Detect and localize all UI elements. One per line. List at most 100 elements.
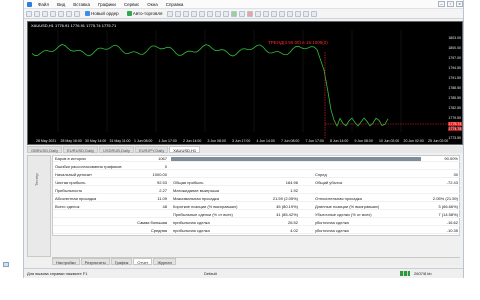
terminal-icon[interactable] bbox=[66, 10, 72, 17]
current-price-marker: 1775.74 bbox=[448, 122, 462, 126]
toolbar: Новый ордер Авто-торговля bbox=[24, 9, 463, 19]
chart-grid bbox=[57, 30, 402, 132]
profiles-icon[interactable] bbox=[34, 10, 40, 17]
connection-icon bbox=[400, 271, 410, 276]
trend-annotation: ТРЕНД(3.90.00) в 15:1005(0) bbox=[268, 40, 328, 45]
crosshair-icon[interactable] bbox=[255, 10, 262, 17]
price-tick-label: 1791.50 bbox=[448, 76, 461, 80]
new-order-button[interactable]: Новый ордер bbox=[82, 9, 122, 19]
price-tick-label: 1788.50 bbox=[448, 86, 461, 90]
time-tick-label: 9 Jun 08:00 bbox=[354, 139, 373, 143]
time-tick-label: 8 Jun 14:00 bbox=[330, 139, 349, 143]
desktop-settings-icon bbox=[3, 262, 9, 267]
chart-tabs: GBRUSD,Daily EURUSD,Daily USDRUB,Daily E… bbox=[27, 146, 463, 153]
price-tick-label: 1800.00 bbox=[448, 46, 461, 50]
tab-journal[interactable]: Журнал bbox=[153, 258, 176, 265]
chart-canvas bbox=[31, 30, 448, 138]
time-tick-label: 3 Jun 08:00 bbox=[207, 139, 226, 143]
app-logo-icon bbox=[27, 1, 32, 7]
channel-icon[interactable] bbox=[287, 10, 294, 17]
close-icon[interactable]: × bbox=[456, 1, 463, 7]
tester-side-label: Тестер bbox=[34, 173, 39, 186]
report-value: -10.35 bbox=[446, 228, 458, 233]
menu-file[interactable]: Файл bbox=[34, 0, 53, 9]
restore-icon[interactable]: ▫ bbox=[447, 1, 454, 7]
status-help-text: Для вызова справки нажмите F1 bbox=[27, 271, 88, 276]
zoom-in-icon[interactable] bbox=[191, 10, 198, 17]
report-row: Ошибки рассогласования графиков 0 bbox=[53, 164, 461, 170]
line-chart-icon[interactable] bbox=[183, 10, 190, 17]
modeling-quality-bar bbox=[171, 157, 421, 161]
chart-tab[interactable]: USDRUB,Daily bbox=[99, 146, 134, 153]
horizontal-line-icon[interactable] bbox=[271, 10, 278, 17]
market-watch-icon[interactable] bbox=[42, 10, 48, 17]
report-value: 3 (66.66%) bbox=[438, 204, 458, 209]
new-chart-icon[interactable] bbox=[26, 10, 32, 17]
status-traffic: 2607/8 kb bbox=[414, 271, 432, 276]
report-row: Чистая прибыль 92.53 Общая прибыль 164.96 Об… bbox=[53, 180, 461, 186]
chart-tab[interactable]: EURJPY,Daily bbox=[134, 146, 169, 153]
time-tick-label: 25 Jun 02:00 bbox=[428, 139, 449, 143]
trendline-icon[interactable] bbox=[279, 10, 286, 17]
autotrading-label: Авто-торговля bbox=[132, 10, 163, 16]
report-table: Баров в истории1067Смоделировано тиков24… bbox=[52, 155, 461, 236]
tab-settings[interactable]: Настройки bbox=[52, 258, 80, 265]
report-row: Средняя прибыльная сделка 4.02 убыточная сд… bbox=[53, 228, 461, 234]
report-row: Абсолютная просадка 11.09 Максимальная про… bbox=[53, 196, 461, 202]
chart-shift-icon[interactable] bbox=[223, 10, 230, 17]
price-tick-label: 1803.00 bbox=[448, 36, 461, 40]
tab-report[interactable]: Отчет bbox=[133, 258, 153, 265]
data-window-icon[interactable] bbox=[50, 10, 56, 17]
autotrading-icon bbox=[126, 11, 132, 16]
new-order-label: Новый ордер bbox=[91, 10, 119, 16]
autotrading-button[interactable]: Авто-торговля bbox=[124, 9, 166, 19]
zoom-out-icon[interactable] bbox=[199, 10, 206, 17]
price-tick-label: 1782.50 bbox=[448, 106, 461, 110]
menu-help[interactable]: Справка bbox=[162, 0, 188, 9]
order-price-marker: 1774.78 bbox=[448, 127, 462, 131]
time-tick-label: 7 Jun 17:00 bbox=[305, 139, 324, 143]
report-row: Самая большая прибыльная сделка 26.52 убыто… bbox=[53, 220, 461, 226]
chart-tab[interactable]: EURUSD,Daily bbox=[63, 146, 99, 153]
fibo-icon[interactable] bbox=[295, 10, 302, 17]
menu-view[interactable]: Вид bbox=[53, 0, 69, 9]
tab-results[interactable]: Результаты bbox=[80, 258, 110, 265]
report-value: 1.92 bbox=[290, 188, 298, 193]
chart-tab[interactable]: GBRUSD,Daily bbox=[27, 146, 63, 153]
terminal-window: Файл Вид Вставка Графики Сервис Окна Спр… bbox=[23, 0, 464, 278]
time-tick-label: 31 May 11:00 bbox=[109, 139, 131, 143]
arrow-icon[interactable] bbox=[311, 10, 318, 17]
candles-icon[interactable] bbox=[175, 10, 182, 17]
navigator-icon[interactable] bbox=[58, 10, 64, 17]
status-bar: Для вызова справки нажмите F1 Default 26… bbox=[24, 268, 463, 277]
price-line bbox=[31, 44, 389, 127]
report-row: Прибыльность 2.27 Матожидание выигрыша 1.92 bbox=[53, 188, 461, 194]
chart-tab-active[interactable]: XAUUSD,H1 bbox=[169, 146, 201, 153]
time-tick-label: 1 Jun 08:00 bbox=[134, 139, 153, 143]
tester-icon[interactable] bbox=[74, 10, 80, 17]
menu-tools[interactable]: Сервис bbox=[120, 0, 143, 9]
bar-chart-icon[interactable] bbox=[167, 10, 174, 17]
price-tick-label: 1773.50 bbox=[448, 136, 461, 140]
periods-icon[interactable] bbox=[239, 10, 246, 17]
price-tick-label: 1797.00 bbox=[448, 56, 461, 60]
vertical-line-icon[interactable] bbox=[263, 10, 270, 17]
report-value: 2.05% (21.59) bbox=[432, 196, 458, 201]
price-chart[interactable]: XAUUSD,H1 1776.91 1776.91 1775.74 1775.7… bbox=[27, 21, 463, 145]
time-tick-label: 20 Jun 02:00 bbox=[403, 139, 424, 143]
minimize-icon[interactable]: – bbox=[438, 1, 445, 7]
time-tick-label: 28 May 2021 bbox=[36, 139, 57, 143]
text-icon[interactable] bbox=[303, 10, 310, 17]
tile-windows-icon[interactable] bbox=[207, 10, 214, 17]
menu-insert[interactable]: Вставка bbox=[69, 0, 94, 9]
report-value: 30 bbox=[453, 172, 458, 177]
autoscroll-icon[interactable] bbox=[215, 10, 222, 17]
time-tick-label: 2 Jun 14:00 bbox=[183, 139, 202, 143]
templates-icon[interactable] bbox=[247, 10, 254, 17]
indicators-icon[interactable] bbox=[231, 10, 238, 17]
menu-windows[interactable]: Окна bbox=[143, 0, 161, 9]
report-value: -16.62 bbox=[446, 220, 458, 225]
tab-graph[interactable]: График bbox=[110, 258, 133, 265]
time-tick-label: 10 Jun 02:00 bbox=[379, 139, 400, 143]
menu-charts[interactable]: Графики bbox=[94, 0, 120, 9]
